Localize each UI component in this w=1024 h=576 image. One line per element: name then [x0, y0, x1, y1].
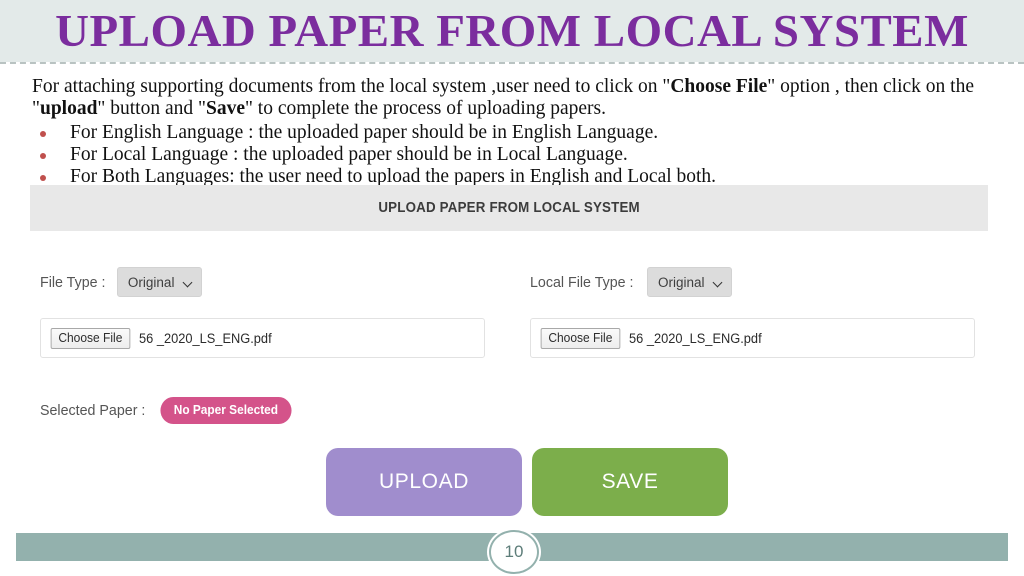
intro-text-4: " to complete the process of uploading p…	[244, 97, 606, 119]
intro-text-3: " button and "	[97, 97, 206, 119]
upload-form-panel: UPLOAD PAPER FROM LOCAL SYSTEM File Type…	[30, 185, 988, 520]
local-file-type-selected-value: Original	[657, 274, 705, 290]
file-type-selected-value: Original	[127, 274, 175, 290]
list-item-label: For Both Languages: the user need to upl…	[70, 166, 717, 187]
choose-file-button[interactable]: Choose File	[540, 327, 621, 349]
local-file-type-field: Local File Type : Original	[530, 267, 733, 297]
intro-bold-choose-file: Choose File	[670, 76, 768, 97]
file-type-field: File Type : Original	[40, 267, 203, 297]
intro-bold-upload: upload	[39, 97, 98, 119]
list-item: For English Language : the uploaded pape…	[32, 122, 1000, 144]
intro-paragraph: For attaching supporting documents from …	[32, 76, 1000, 119]
choose-file-button[interactable]: Choose File	[50, 327, 131, 349]
intro-text-1: For attaching supporting documents from …	[32, 76, 671, 97]
selected-paper-field: Selected Paper : No Paper Selected	[40, 397, 295, 424]
form-header-bar: UPLOAD PAPER FROM LOCAL SYSTEM	[30, 185, 988, 231]
chosen-file-name: 56 _2020_LS_ENG.pdf	[628, 330, 762, 346]
save-button[interactable]: SAVE	[532, 448, 728, 516]
title-divider	[0, 62, 1024, 64]
form-header-title: UPLOAD PAPER FROM LOCAL SYSTEM	[378, 200, 640, 216]
chevron-down-icon	[184, 278, 193, 287]
list-item-label: For Local Language : the uploaded paper …	[70, 144, 628, 165]
intro-bold-save: Save	[205, 97, 245, 119]
list-item: For Local Language : the uploaded paper …	[32, 144, 1000, 166]
chosen-file-name: 56 _2020_LS_ENG.pdf	[138, 330, 272, 346]
instructions-block: For attaching supporting documents from …	[32, 76, 1000, 188]
page-title: UPLOAD PAPER FROM LOCAL SYSTEM	[55, 5, 969, 56]
selected-paper-label: Selected Paper :	[40, 402, 146, 419]
upload-button[interactable]: UPLOAD	[326, 448, 522, 516]
local-file-type-label: Local File Type :	[530, 273, 634, 291]
list-item-label: For English Language : the uploaded pape…	[70, 122, 659, 143]
file-upload-input-english[interactable]: Choose File 56 _2020_LS_ENG.pdf	[40, 318, 485, 358]
file-type-select[interactable]: Original	[116, 267, 203, 297]
instruction-bullet-list: For English Language : the uploaded pape…	[32, 122, 1000, 188]
bullet-dot-icon	[40, 153, 46, 159]
local-file-type-select[interactable]: Original	[646, 267, 733, 297]
file-upload-input-local[interactable]: Choose File 56 _2020_LS_ENG.pdf	[530, 318, 975, 358]
bullet-dot-icon	[40, 175, 46, 181]
bullet-dot-icon	[40, 131, 46, 137]
page-number-badge: 10	[489, 530, 539, 574]
file-type-label: File Type :	[40, 273, 106, 291]
form-action-buttons: UPLOAD SAVE	[326, 448, 728, 516]
chevron-down-icon	[714, 278, 723, 287]
status-badge: No Paper Selected	[160, 397, 292, 424]
